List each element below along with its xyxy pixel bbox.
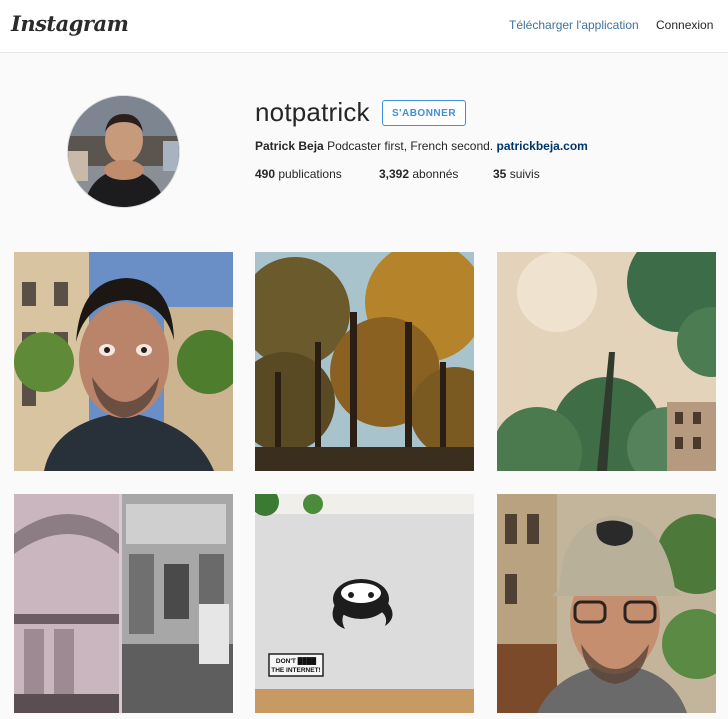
posts-count-stat: 490 publications xyxy=(255,167,342,181)
following-label: suivis xyxy=(509,167,540,181)
followers-count: 3,392 xyxy=(379,167,410,181)
followers-count-stat[interactable]: 3,392 abonnés xyxy=(379,167,458,181)
profile-bio-text: Podcaster first, French second. xyxy=(327,139,494,153)
posts-count: 490 xyxy=(255,167,276,181)
profile-username: notpatrick xyxy=(255,97,370,127)
post-thumbnail[interactable] xyxy=(497,252,716,471)
followers-label: abonnés xyxy=(412,167,459,181)
post-thumbnail[interactable]: DON'T ████ THE INTERNET! xyxy=(255,494,474,713)
sticker-text-line2: THE INTERNET! xyxy=(271,667,320,674)
download-app-link[interactable]: Télécharger l'application xyxy=(509,18,639,32)
profile-full-name: Patrick Beja xyxy=(255,139,324,153)
following-count: 35 xyxy=(493,167,507,181)
following-count-stat[interactable]: 35 suivis xyxy=(493,167,540,181)
post-thumbnail[interactable] xyxy=(255,252,474,471)
profile-bio: Patrick Beja Podcaster first, French sec… xyxy=(255,139,588,153)
posts-label: publications xyxy=(278,167,342,181)
profile-avatar xyxy=(67,95,180,208)
post-thumbnail[interactable] xyxy=(14,252,233,471)
sticker-text-line1: DON'T ████ xyxy=(276,657,317,665)
follow-button[interactable]: S'ABONNER xyxy=(382,100,466,126)
instagram-logo[interactable]: Instagram xyxy=(11,11,129,36)
post-thumbnail[interactable] xyxy=(497,494,716,713)
post-thumbnail[interactable] xyxy=(14,494,233,713)
profile-website-link[interactable]: patrickbeja.com xyxy=(496,139,587,153)
top-navigation-bar: Instagram Télécharger l'application Conn… xyxy=(0,0,728,53)
login-link[interactable]: Connexion xyxy=(656,18,713,32)
